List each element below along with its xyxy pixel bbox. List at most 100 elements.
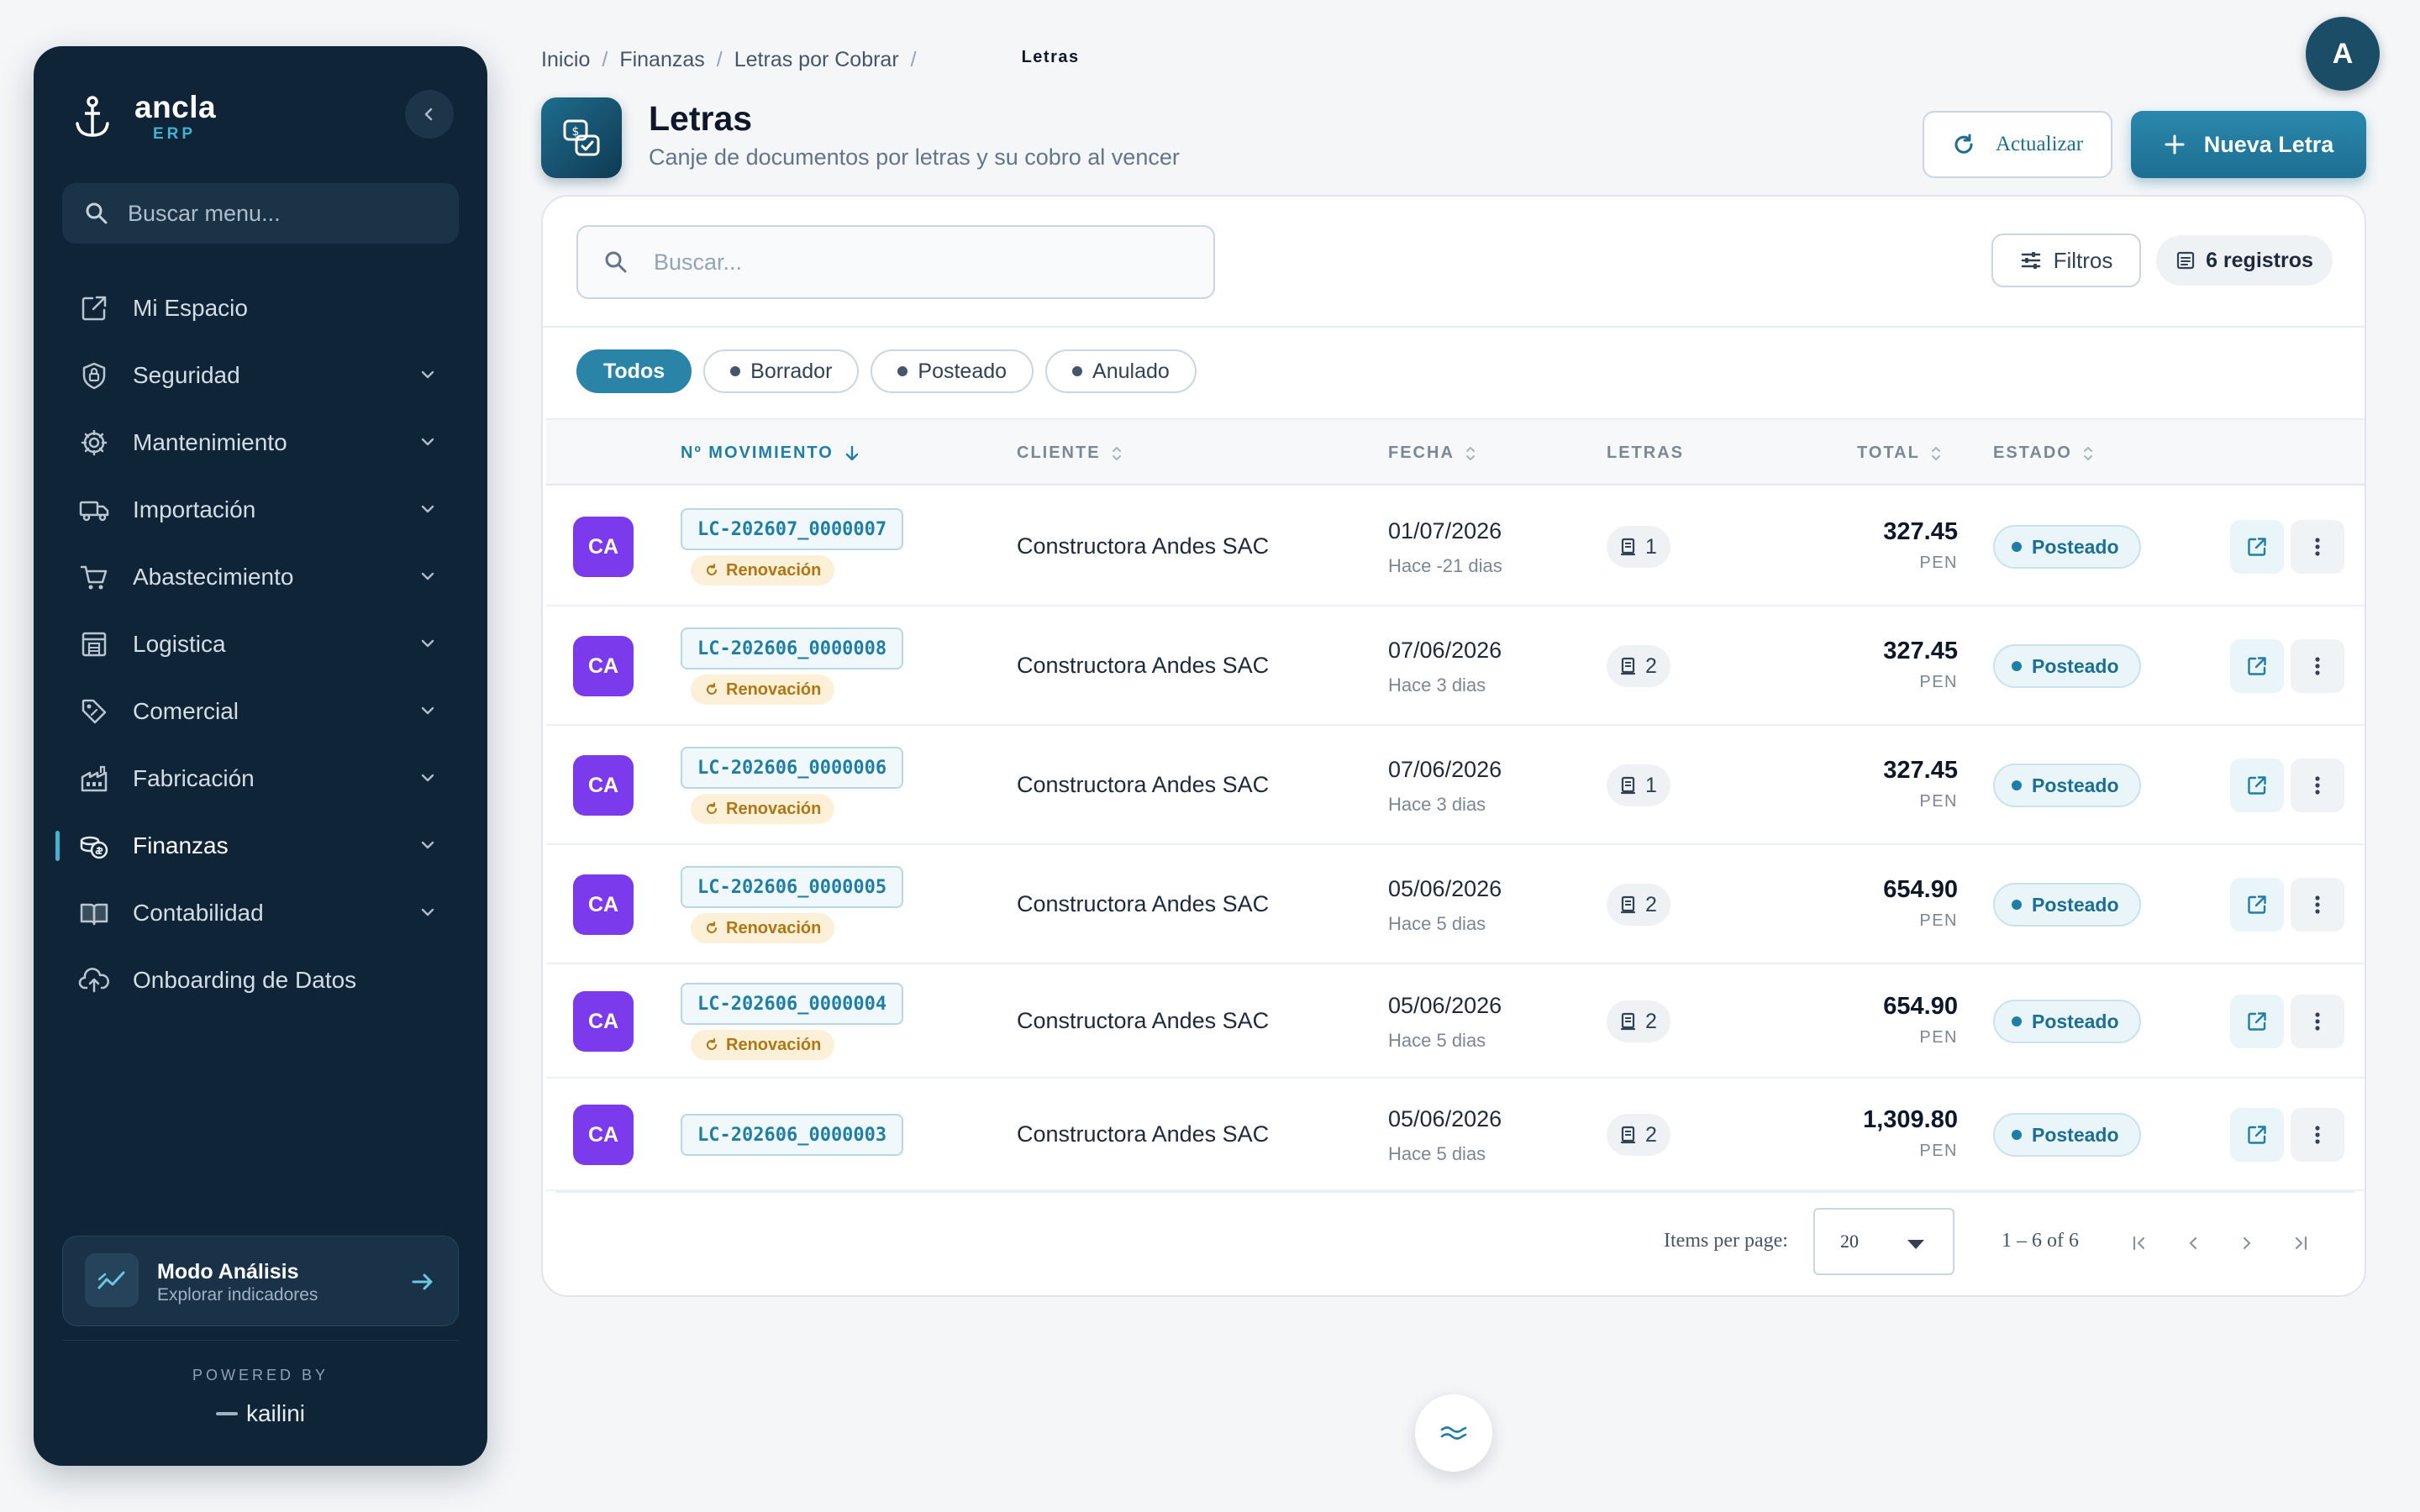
relative-date: Hace 3 dias (1388, 675, 1486, 696)
movement-code[interactable]: LC-202606_0000008 (681, 627, 904, 669)
open-button[interactable] (2230, 878, 2284, 932)
search-icon (86, 202, 108, 224)
filters-label: Filtros (2053, 247, 2113, 273)
sidebar-item-label: Seguridad (133, 362, 240, 388)
table-row[interactable]: CA LC-202607_0000007 Renovación Constructor… (546, 487, 2365, 606)
chip-borrador[interactable]: Borrador (703, 349, 860, 393)
table-row[interactable]: CA LC-202606_0000006 Renovación Constructor… (546, 726, 2365, 845)
movement-code[interactable]: LC-202606_0000003 (681, 1114, 904, 1156)
sidebar-item-comercial[interactable]: Comercial (34, 678, 487, 745)
renewal-tag: Renovación (691, 913, 835, 943)
dot-icon (897, 366, 908, 376)
chip-todos[interactable]: Todos (576, 349, 692, 393)
chevron-down-icon (421, 505, 434, 513)
renewal-tag: Renovación (691, 675, 835, 705)
filters-button[interactable]: Filtros (1991, 234, 2141, 287)
dot-icon (2012, 542, 2022, 552)
floating-menu-button[interactable] (1415, 1394, 1492, 1472)
divider (543, 326, 2365, 328)
collapse-sidebar-button[interactable] (405, 90, 454, 139)
col-movimiento[interactable]: Nº MOVIMIENTO (681, 444, 860, 463)
sidebar-search-input[interactable] (128, 200, 413, 227)
refresh-button[interactable]: Actualizar (1923, 111, 2112, 178)
client-name: Constructora Andes SAC (1017, 1121, 1270, 1147)
sidebar-item-fabricación[interactable]: Fabricación (34, 745, 487, 812)
more-vertical-icon (2315, 657, 2320, 675)
breadcrumb: Inicio / Finanzas / Letras por Cobrar / Let… (541, 48, 1080, 72)
col-estado[interactable]: ESTADO (1993, 444, 2094, 463)
dot-icon (730, 366, 741, 376)
book-icon (77, 896, 111, 930)
table-row[interactable]: CA LC-202606_0000008 Renovación Constructor… (546, 606, 2365, 726)
sidebar-item-onboarding-de-datos[interactable]: Onboarding de Datos (34, 947, 487, 1014)
sidebar-item-seguridad[interactable]: Seguridad (34, 342, 487, 409)
records-count: 6 registros (2206, 248, 2313, 272)
sidebar-item-logistica[interactable]: Logistica (34, 611, 487, 678)
more-vertical-icon (2315, 895, 2320, 914)
more-actions-button[interactable] (2291, 520, 2344, 574)
open-button[interactable] (2230, 1108, 2284, 1162)
movement-date: 07/06/2026 (1388, 757, 1502, 782)
col-total[interactable]: TOTAL (1857, 444, 1942, 463)
sidebar-item-importación[interactable]: Importación (34, 476, 487, 543)
dot-icon (2012, 780, 2022, 790)
more-actions-button[interactable] (2291, 878, 2344, 932)
prev-page-button[interactable] (2176, 1226, 2210, 1260)
movement-code[interactable]: LC-202606_0000004 (681, 983, 904, 1025)
new-letra-button[interactable]: Nueva Letra (2131, 111, 2366, 178)
next-page-button[interactable] (2230, 1226, 2264, 1260)
col-fecha[interactable]: FECHA (1388, 444, 1476, 463)
col-cliente[interactable]: CLIENTE (1017, 444, 1123, 463)
chip-posteado[interactable]: Posteado (871, 349, 1034, 393)
sidebar-item-mantenimiento[interactable]: Mantenimiento (34, 409, 487, 476)
brand-name: ancla (134, 90, 217, 124)
more-actions-button[interactable] (2291, 995, 2344, 1048)
analysis-mode-button[interactable]: Modo Análisis Explorar indicadores (62, 1236, 459, 1326)
more-actions-button[interactable] (2291, 759, 2344, 812)
table-row[interactable]: CA LC-202606_0000004 Renovación Constructor… (546, 964, 2365, 1079)
table-row[interactable]: CA LC-202606_0000003 Constructora Andes SA… (546, 1079, 2365, 1191)
sidebar-item-mi-espacio[interactable]: Mi Espacio (34, 275, 487, 342)
sidebar-item-label: Logistica (133, 631, 226, 657)
status-badge: Posteado (1993, 883, 2141, 927)
breadcrumb-item[interactable]: Finanzas (619, 48, 704, 72)
page-size-select[interactable]: 20 (1813, 1208, 1954, 1275)
sidebar-item-abastecimiento[interactable]: Abastecimiento (34, 543, 487, 611)
sidebar-item-label: Comercial (133, 698, 239, 724)
sidebar-item-label: Contabilidad (133, 900, 264, 926)
last-page-button[interactable] (2284, 1226, 2317, 1260)
renewal-tag-label: Renovación (726, 799, 822, 818)
sidebar-search[interactable] (62, 183, 459, 244)
sidebar-item-contabilidad[interactable]: Contabilidad (34, 879, 487, 947)
table-search[interactable] (576, 225, 1215, 299)
more-actions-button[interactable] (2291, 639, 2344, 693)
table-search-input[interactable] (654, 249, 1158, 276)
movement-code[interactable]: LC-202607_0000007 (681, 508, 904, 550)
movement-code[interactable]: LC-202606_0000005 (681, 866, 904, 908)
user-avatar[interactable]: A (2306, 17, 2380, 91)
movement-date: 05/06/2026 (1388, 1106, 1502, 1131)
status-badge: Posteado (1993, 764, 2141, 807)
tag-icon (77, 695, 111, 728)
movement-code[interactable]: LC-202606_0000006 (681, 747, 904, 789)
first-page-button[interactable] (2123, 1226, 2156, 1260)
relative-date: Hace 5 dias (1388, 1030, 1486, 1051)
more-vertical-icon (2315, 1126, 2320, 1144)
breadcrumb-item[interactable]: Letras por Cobrar (734, 48, 899, 72)
status-label: Posteado (2032, 774, 2119, 796)
open-button[interactable] (2230, 995, 2284, 1048)
open-button[interactable] (2230, 639, 2284, 693)
more-actions-button[interactable] (2291, 1108, 2344, 1162)
open-button[interactable] (2230, 759, 2284, 812)
renewal-tag: Renovación (691, 555, 835, 585)
document-icon (1620, 776, 1636, 795)
document-icon (1620, 1126, 1636, 1144)
open-external-icon (2248, 1126, 2266, 1144)
breadcrumb-item[interactable]: Inicio (541, 48, 590, 72)
last-page-icon (2295, 1236, 2307, 1251)
sidebar-item-finanzas[interactable]: Finanzas (34, 812, 487, 879)
open-button[interactable] (2230, 520, 2284, 574)
chip-anulado[interactable]: Anulado (1045, 349, 1197, 393)
table-row[interactable]: CA LC-202606_0000005 Renovación Constructor… (546, 845, 2365, 964)
renewal-tag-label: Renovación (726, 918, 822, 937)
